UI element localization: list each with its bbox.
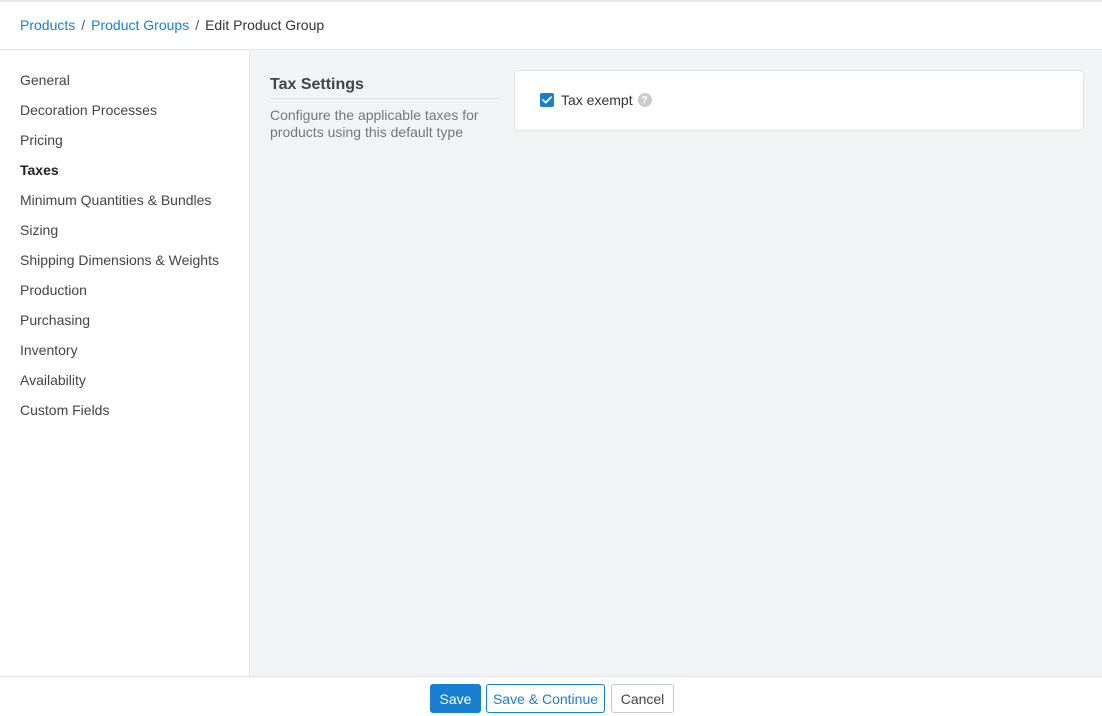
breadcrumb-product-groups-link[interactable]: Product Groups (91, 17, 189, 33)
tax-exempt-checkbox[interactable] (540, 93, 554, 107)
sidebar-item-availability[interactable]: Availability (0, 365, 249, 395)
checkmark-icon (542, 96, 552, 104)
main-content: Tax Settings Configure the applicable ta… (250, 50, 1102, 676)
sidebar-item-sizing[interactable]: Sizing (0, 215, 249, 245)
sidebar-item-taxes[interactable]: Taxes (0, 155, 249, 185)
tax-settings-card: Tax exempt ? (514, 70, 1084, 131)
breadcrumb: Products / Product Groups / Edit Product… (20, 17, 324, 33)
breadcrumb-current-page: Edit Product Group (205, 17, 325, 33)
page-header: Products / Product Groups / Edit Product… (0, 0, 1102, 50)
sidebar-item-general[interactable]: General (0, 65, 249, 95)
breadcrumb-products-link[interactable]: Products (20, 17, 75, 33)
save-button[interactable]: Save (430, 684, 481, 713)
question-circle-icon[interactable]: ? (637, 93, 652, 107)
sidebar-item-custom-fields[interactable]: Custom Fields (0, 395, 249, 425)
section-description: Configure the applicable taxes for produ… (270, 107, 479, 140)
sidebar-item-inventory[interactable]: Inventory (0, 335, 249, 365)
tax-settings-section-info: Tax Settings Configure the applicable ta… (270, 76, 500, 141)
sidebar-item-production[interactable]: Production (0, 275, 249, 305)
save-continue-button[interactable]: Save & Continue (486, 684, 605, 713)
form-footer: Save Save & Continue Cancel (0, 676, 1102, 716)
sidebar-item-decoration-processes[interactable]: Decoration Processes (0, 95, 249, 125)
sidebar-nav: General Decoration Processes Pricing Tax… (0, 50, 250, 676)
app-window: Products / Product Groups / Edit Product… (0, 0, 1102, 716)
breadcrumb-separator: / (195, 17, 200, 33)
cancel-button[interactable]: Cancel (611, 684, 674, 713)
breadcrumb-separator: / (81, 17, 86, 33)
sidebar-item-minimum-quantities-bundles[interactable]: Minimum Quantities & Bundles (0, 185, 249, 215)
sidebar-item-purchasing[interactable]: Purchasing (0, 305, 249, 335)
header-top-border (0, 0, 1102, 2)
sidebar-item-shipping-dimensions-weights[interactable]: Shipping Dimensions & Weights (0, 245, 249, 275)
section-title: Tax Settings (270, 76, 500, 99)
sidebar-item-pricing[interactable]: Pricing (0, 125, 249, 155)
tax-exempt-label[interactable]: Tax exempt (561, 92, 633, 108)
tax-exempt-row: Tax exempt ? (540, 92, 652, 108)
